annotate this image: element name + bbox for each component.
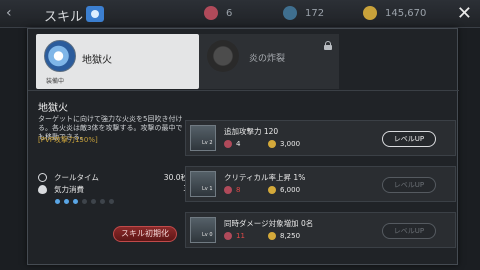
level-dot [73, 199, 78, 204]
level-dot [100, 199, 105, 204]
top-bar: ‹ スキル 6 172 145,670 ✕ [0, 0, 480, 28]
gold-cost-value: 6,000 [280, 186, 301, 194]
upgrade-name: 追加攻撃力 120 [224, 127, 279, 136]
energy-cost-label: 気力消費 [54, 185, 84, 194]
currency-diamond: 172 [283, 6, 324, 20]
multi-target-upgrade-icon [190, 217, 216, 243]
upgrade-name: クリティカル率上昇 1% [224, 173, 306, 182]
skill-title: 地獄火 [38, 103, 68, 114]
upgrade-level: Lv 0 [202, 232, 213, 238]
level-dot [64, 199, 69, 204]
hellfire-skill-icon [44, 40, 76, 72]
upgrade-name: 同時ダメージ対象増加 0名 [224, 219, 314, 228]
gold-coin-icon [268, 140, 276, 148]
token-cost: 4 [224, 140, 240, 148]
skill-level-dots [55, 199, 114, 204]
attack-upgrade-icon [190, 125, 216, 151]
upgrade-row: Lv 2 追加攻撃力 120 4 3,000 レベルUP [185, 120, 456, 156]
tab-skill-flame-burst[interactable]: 炎の炸裂 [199, 34, 339, 89]
bull-token-count: 6 [226, 7, 233, 19]
equipped-label: 装備中 [46, 78, 65, 85]
level-up-button[interactable]: レベルUP [382, 131, 436, 147]
energy-cost-stat: 気力消費 3 [38, 184, 188, 196]
gold-count: 145,670 [385, 7, 427, 19]
token-cost-value: 11 [236, 232, 245, 240]
tab-skill-name: 地獄火 [82, 55, 112, 66]
level-dot [109, 199, 114, 204]
gold-cost-value: 3,000 [280, 140, 301, 148]
gold-cost: 8,250 [268, 232, 300, 240]
skill-reset-button[interactable]: スキル初期化 [113, 226, 177, 242]
pvp-bonus: [PVP攻撃力150%] [38, 136, 98, 144]
bull-token-icon [224, 140, 232, 148]
flame-burst-skill-icon [207, 40, 239, 72]
divider [28, 90, 459, 91]
token-cost: 11 [224, 232, 245, 240]
token-cost: 8 [224, 186, 240, 194]
clock-icon [38, 173, 47, 182]
token-cost-value: 8 [236, 186, 241, 194]
token-cost-value: 4 [236, 140, 241, 148]
skill-modal: 地獄火 装備中 炎の炸裂 地獄火 ターゲットに向けて強力な火炎を5回吹き付ける。… [27, 28, 459, 265]
diamond-count: 172 [305, 7, 325, 19]
tab-skill-hellfire[interactable]: 地獄火 装備中 [36, 34, 199, 89]
gold-coin-icon [363, 6, 377, 20]
level-dot [91, 199, 96, 204]
level-up-button[interactable]: レベルUP [382, 177, 436, 193]
cooldown-label: クールタイム [54, 173, 99, 182]
bull-token-icon [204, 6, 218, 20]
upgrade-row: Lv 1 クリティカル率上昇 1% 8 6,000 レベルUP [185, 166, 456, 202]
currency-gold: 145,670 [363, 6, 426, 20]
level-up-button[interactable]: レベルUP [382, 223, 436, 239]
gold-cost-value: 8,250 [280, 232, 301, 240]
page-title: スキル [44, 10, 84, 25]
upgrade-row: Lv 0 同時ダメージ対象増加 0名 11 8,250 レベルUP [185, 212, 456, 248]
upgrade-level: Lv 1 [202, 186, 213, 192]
tab-skill-name: 炎の炸裂 [249, 54, 286, 64]
critical-upgrade-icon [190, 171, 216, 197]
gold-coin-icon [268, 186, 276, 194]
currency-bull-token: 6 [204, 6, 232, 20]
lock-icon [324, 41, 332, 50]
flame-icon [38, 185, 47, 194]
gold-cost: 6,000 [268, 186, 300, 194]
camera-icon[interactable] [86, 6, 104, 22]
level-dot [82, 199, 87, 204]
close-icon[interactable]: ✕ [457, 3, 472, 24]
gold-cost: 3,000 [268, 140, 300, 148]
diamond-icon [283, 6, 297, 20]
back-icon[interactable]: ‹ [6, 5, 12, 21]
level-dot [55, 199, 60, 204]
bull-token-icon [224, 232, 232, 240]
gold-coin-icon [268, 232, 276, 240]
bull-token-icon [224, 186, 232, 194]
upgrade-level: Lv 2 [202, 140, 213, 146]
cooldown-stat: クールタイム 30.0秒 [38, 172, 188, 184]
